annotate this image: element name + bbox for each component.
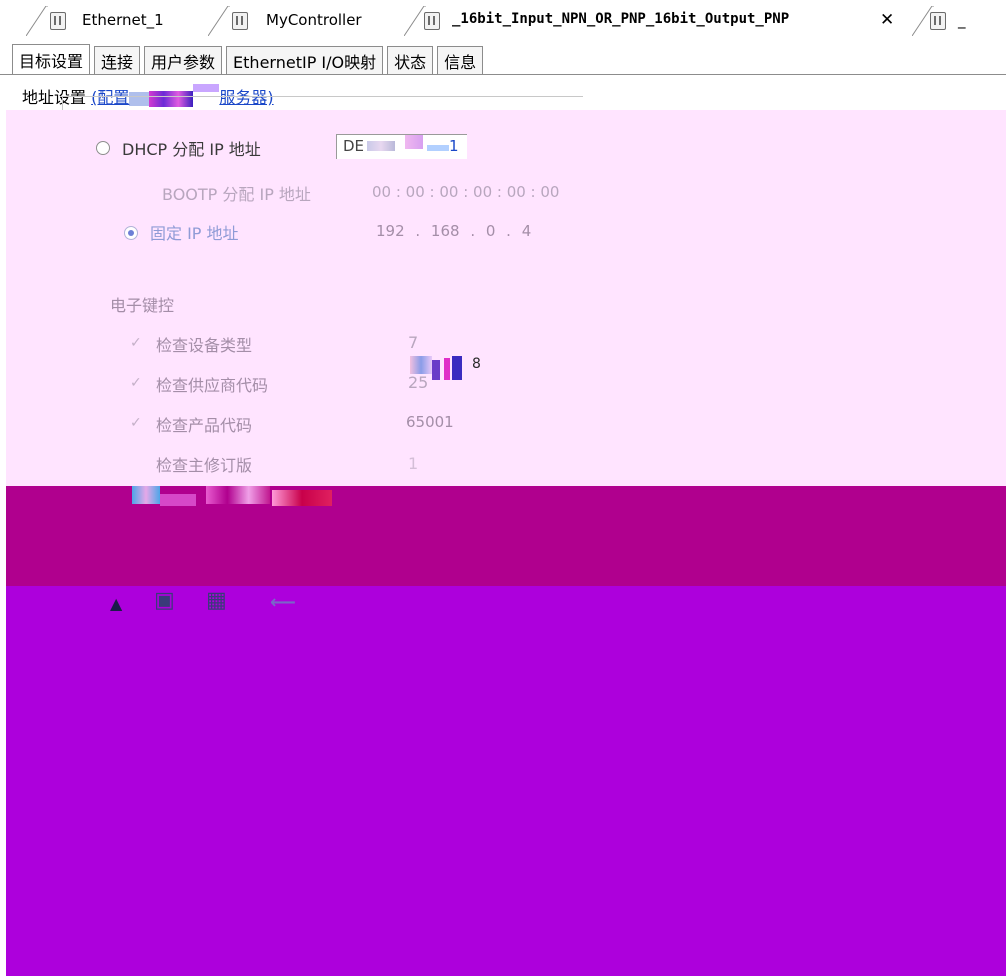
tab-connection[interactable]: 连接 <box>94 46 141 75</box>
fixed-ip-value: 192 . 168 . 0 . 4 <box>376 222 532 240</box>
value-noise <box>452 356 462 380</box>
check-device-type-label: 检查设备类型 <box>156 336 253 355</box>
tab-strip-divider <box>0 74 1006 75</box>
tab-edge <box>208 6 230 36</box>
tab-overflow[interactable]: _ <box>912 6 1006 36</box>
check-vendor-code-checkbox[interactable]: ✓ <box>130 375 142 391</box>
fixed-ip-label: 固定 IP 地址 <box>150 224 239 243</box>
value-noise <box>410 356 432 374</box>
dhcp-label: DHCP 分配 IP 地址 <box>122 140 261 159</box>
dhcp-value-prefix: DE <box>343 137 365 155</box>
tab-ethernet-1[interactable]: Ethernet_1 <box>26 6 212 36</box>
dhcp-name-field[interactable]: DE 1 <box>336 134 467 159</box>
dhcp-value-suffix: 1 <box>449 137 459 155</box>
settings-tab-strip: 目标设置 连接 用户参数 EthernetIP I/O映射 状态 信息 <box>12 44 487 75</box>
grid-icon: ▦ <box>206 588 227 613</box>
check-product-code-label: 检查产品代码 <box>156 416 253 435</box>
tab-user-parameters[interactable]: 用户参数 <box>144 46 223 75</box>
corruption-noise <box>206 486 270 504</box>
check-product-code-checkbox[interactable]: ✓ <box>130 415 142 431</box>
check-vendor-code-label: 检查供应商代码 <box>156 376 269 395</box>
corrupted-region <box>6 586 1006 976</box>
check-device-type-value: 7 <box>408 333 419 352</box>
field-noise <box>427 145 449 151</box>
field-noise <box>367 141 395 151</box>
person-icon: ▲ <box>110 594 123 613</box>
electronic-keying-title: 电子键控 <box>110 296 175 315</box>
tab-label: Ethernet_1 <box>82 11 164 29</box>
field-noise <box>405 135 423 149</box>
bootp-value: 00 : 00 : 00 : 00 : 00 : 00 <box>372 183 560 201</box>
tab-ethernetip-io-mapping[interactable]: EthernetIP I/O映射 <box>226 46 384 75</box>
corruption-noise <box>160 494 196 506</box>
check-product-code-value: 65001 <box>406 413 454 431</box>
tab-label: MyController <box>266 11 362 29</box>
check-major-revision-label: 检查主修订版 <box>156 456 253 475</box>
fixed-ip-radio[interactable] <box>124 226 138 240</box>
tab-label: _16bit_Input_NPN_OR_PNP_16bit_Output_PNP <box>452 11 790 27</box>
device-icon <box>50 12 66 30</box>
tab-16bit-input-output[interactable]: _16bit_Input_NPN_OR_PNP_16bit_Output_PNP… <box>404 6 914 36</box>
document-tab-bar: Ethernet_1 MyController _16bit_Input_NPN… <box>0 0 1006 40</box>
corruption-noise <box>272 490 332 506</box>
tab-edge <box>26 6 48 36</box>
tab-target-settings[interactable]: 目标设置 <box>12 44 91 75</box>
device-icon <box>424 12 440 30</box>
drive-icon: ▣ <box>154 588 175 613</box>
vendor-code-extra: 8 <box>472 356 481 372</box>
tab-info[interactable]: 信息 <box>437 46 484 75</box>
tab-status[interactable]: 状态 <box>387 46 434 75</box>
device-icon <box>930 12 946 30</box>
arrow-icon: ⟵ <box>270 592 296 613</box>
check-device-type-checkbox[interactable]: ✓ <box>130 335 142 351</box>
value-noise <box>444 358 450 380</box>
tab-edge <box>404 6 426 36</box>
tab-mycontroller[interactable]: MyController <box>208 6 416 36</box>
bootp-label: BOOTP 分配 IP 地址 <box>162 185 311 204</box>
value-noise <box>432 360 440 380</box>
link-noise <box>193 84 220 92</box>
check-vendor-code-value: 25 <box>408 373 429 392</box>
dhcp-radio[interactable] <box>96 141 110 155</box>
corruption-noise <box>132 486 160 504</box>
tab-label: _ <box>958 11 966 29</box>
close-tab-icon[interactable]: ✕ <box>880 10 894 30</box>
device-icon <box>232 12 248 30</box>
check-major-revision-value: 1 <box>408 454 419 473</box>
